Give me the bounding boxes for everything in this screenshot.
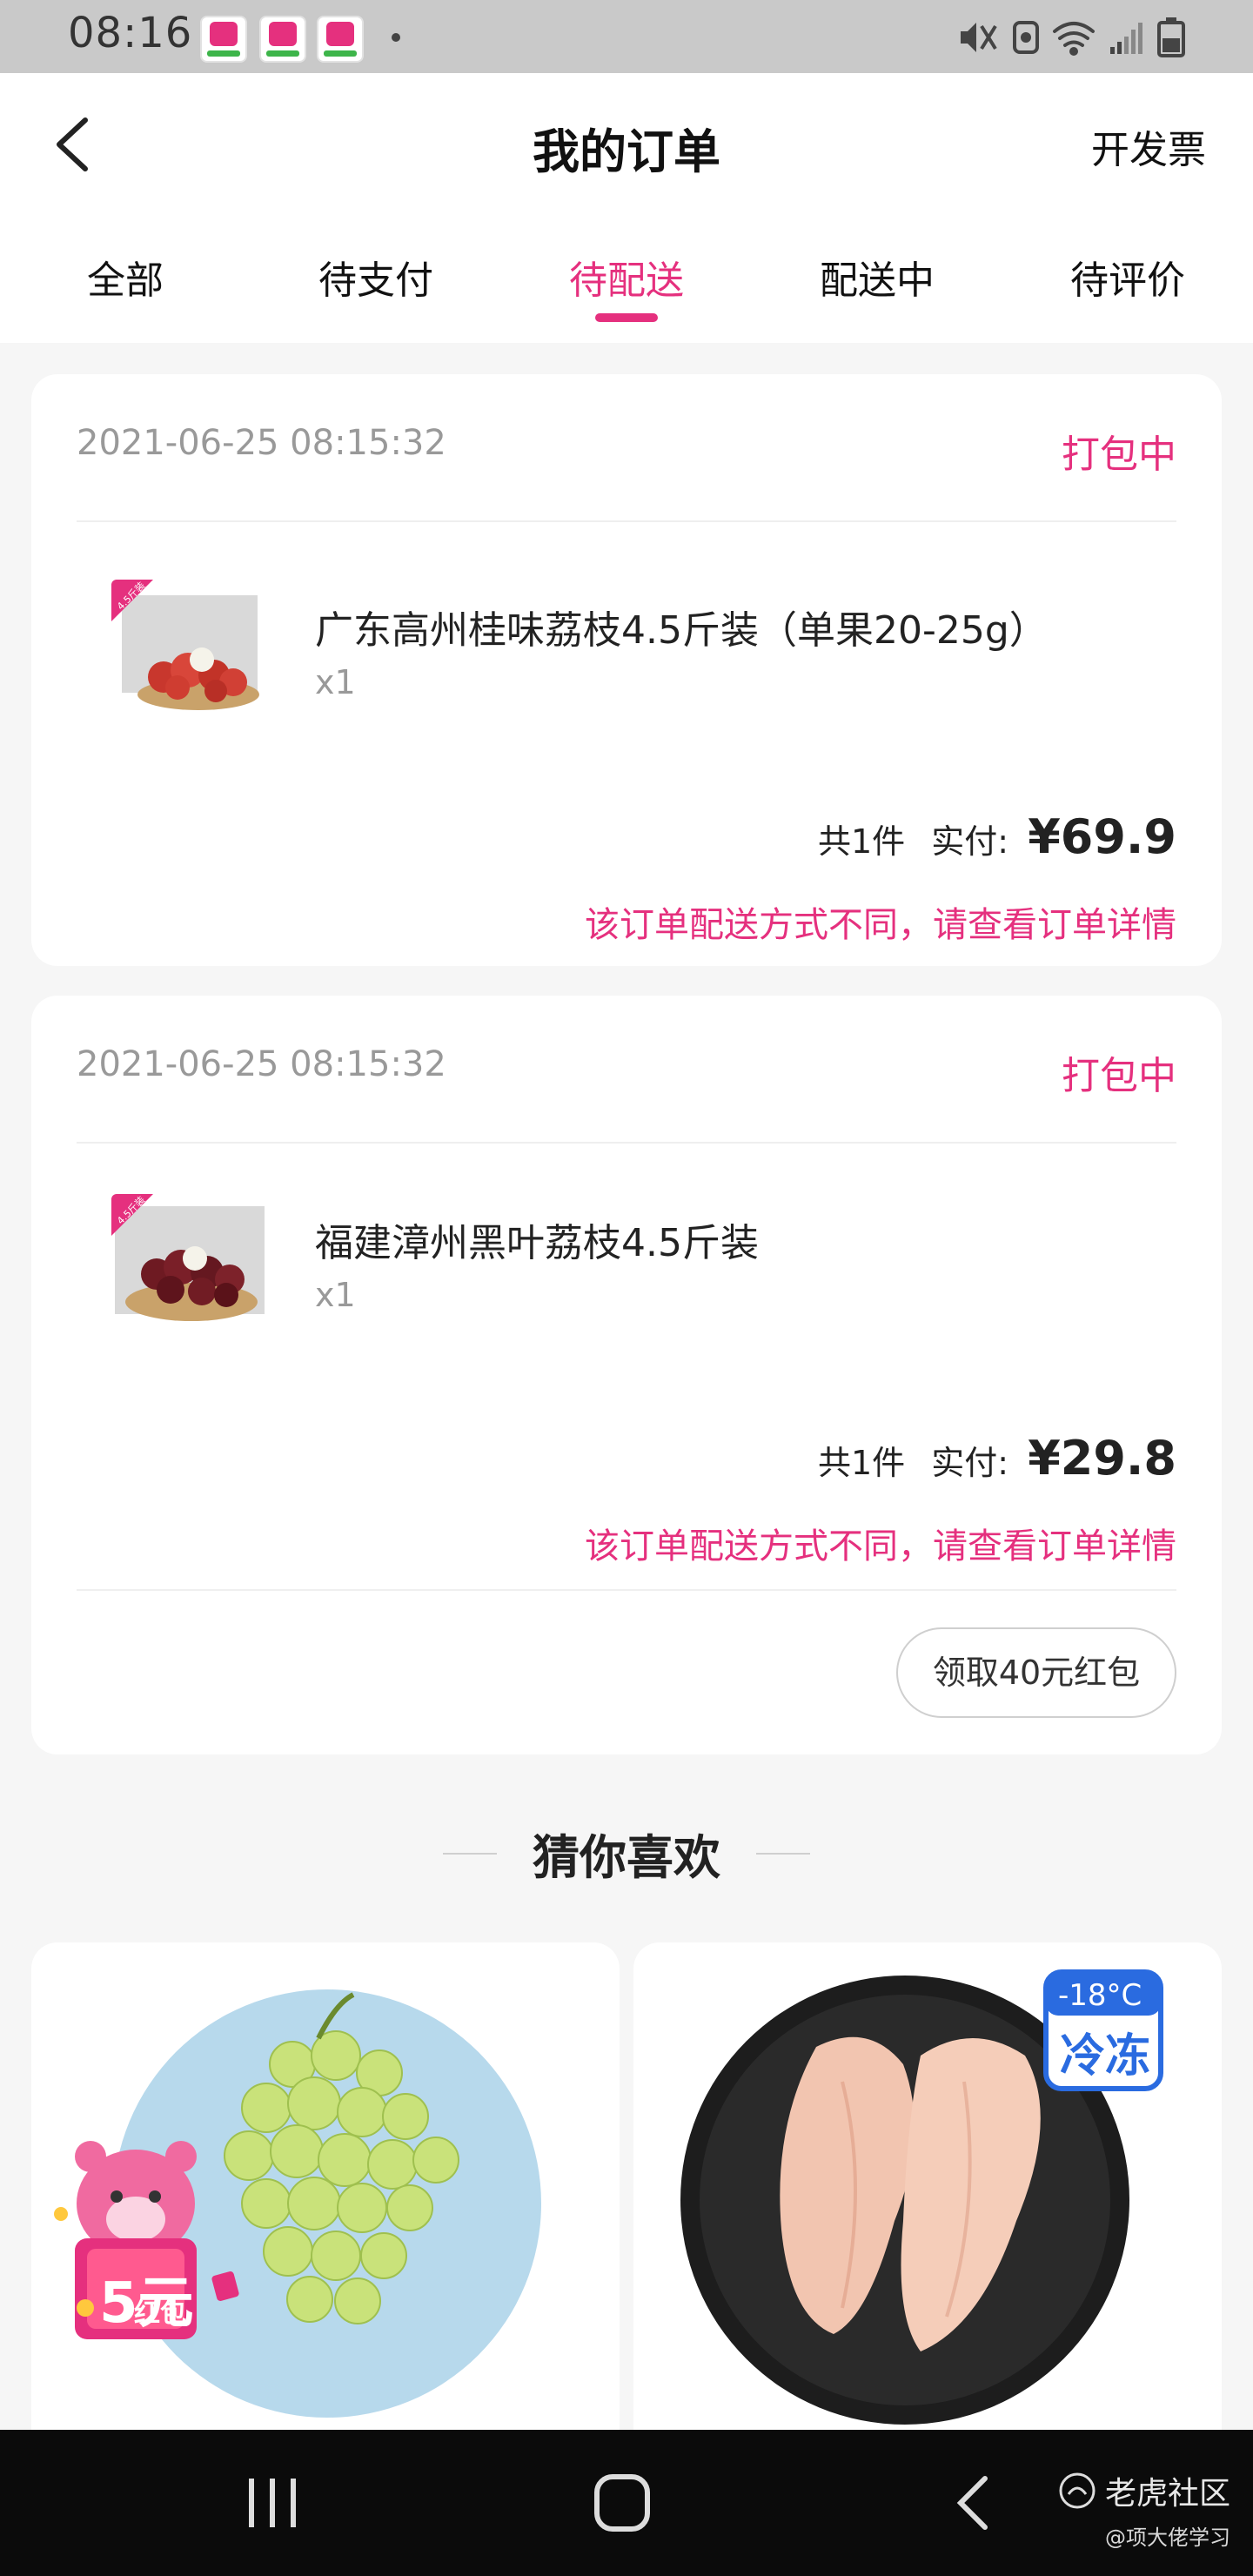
product-name[interactable]: 福建漳州黑叶荔枝4.5斤装 <box>315 1211 759 1267</box>
home-button[interactable] <box>583 2468 661 2538</box>
product-card[interactable]: 5元 红包 <box>31 1942 620 2430</box>
tab-pending-delivery[interactable]: 待配送 <box>501 212 752 343</box>
order-total: 共1件 实付: ¥69.9 <box>818 809 1176 864</box>
product-name[interactable]: 广东高州桂味荔枝4.5斤装（单果20-25g） <box>315 599 1048 654</box>
order-time: 2021-06-25 08:15:32 <box>77 1044 446 1084</box>
mute-icon <box>961 23 997 52</box>
signal-icon <box>1110 23 1142 54</box>
app-notification-icon <box>259 16 306 63</box>
item-count: 共1件 <box>818 822 906 861</box>
tab-all[interactable]: 全部 <box>0 212 251 343</box>
tiger-logo-icon <box>1059 2472 1096 2509</box>
order-total: 共1件 实付: ¥29.8 <box>818 1431 1176 1486</box>
order-card[interactable]: 2021-06-25 08:15:32 打包中 4.5斤装 广东高州桂味荔枝4.… <box>31 374 1222 966</box>
order-status: 打包中 <box>1062 433 1176 477</box>
watermark-main: 老虎社区 <box>1104 2476 1230 2512</box>
tab-pending-payment[interactable]: 待支付 <box>251 212 501 343</box>
order-time: 2021-06-25 08:15:32 <box>77 423 446 463</box>
wifi-icon <box>1053 22 1095 56</box>
app-notification-icon <box>200 16 247 63</box>
back-nav-button[interactable] <box>935 2468 1013 2538</box>
product-thumbnail[interactable]: 4.5斤装 <box>111 580 266 719</box>
claim-red-packet-button[interactable]: 领取40元红包 <box>896 1627 1176 1718</box>
lychee-image: 4.5斤装 <box>111 580 266 719</box>
product-quantity: x1 <box>315 663 356 701</box>
order-price: ¥29.8 <box>1028 1431 1176 1486</box>
tab-to-review[interactable]: 待评价 <box>1002 212 1253 343</box>
recent-apps-button[interactable] <box>233 2468 312 2538</box>
order-card[interactable]: 2021-06-25 08:15:32 打包中 4.5斤装 福建漳州黑叶荔枝4.… <box>31 996 1222 1754</box>
paid-label: 实付: <box>931 822 1009 861</box>
divider <box>77 520 1176 522</box>
product-thumbnail[interactable]: 4.5斤装 <box>111 1194 266 1333</box>
more-notifications-icon <box>392 33 400 42</box>
invoice-button[interactable]: 开发票 <box>1091 118 1206 174</box>
page-title: 我的订单 <box>533 124 720 179</box>
divider <box>77 1589 1176 1591</box>
product-card[interactable]: -18°C 冷冻 <box>633 1942 1222 2430</box>
product-quantity: x1 <box>315 1276 356 1314</box>
frozen-label: 冷冻 <box>1060 2030 1150 2083</box>
status-time: 08:16 <box>68 9 193 57</box>
header: 我的订单 开发票 <box>0 73 1253 212</box>
data-saver-icon <box>1013 21 1039 54</box>
system-icons <box>957 14 1218 61</box>
divider <box>442 1852 497 1855</box>
watermark: 老虎社区 @项大佬学习 <box>1058 2468 1230 2551</box>
back-button[interactable] <box>44 108 113 181</box>
frozen-tag: -18°C 冷冻 <box>1043 1969 1163 2091</box>
app-notification-icon <box>317 16 364 63</box>
paid-label: 实付: <box>931 1444 1009 1482</box>
status-bar: 08:16 <box>0 0 1253 73</box>
recent-apps-icon <box>249 2479 296 2527</box>
divider <box>756 1852 811 1855</box>
lychee-image: 4.5斤装 <box>111 1194 266 1333</box>
order-status: 打包中 <box>1062 1054 1176 1098</box>
watermark-sub: @项大佬学习 <box>1105 2526 1230 2550</box>
system-nav-bar: 老虎社区 @项大佬学习 <box>0 2430 1253 2576</box>
promo-label: 红包 <box>134 2298 186 2329</box>
chevron-left-icon <box>57 117 88 171</box>
divider <box>77 1142 1176 1144</box>
grapes-image: 5元 红包 <box>54 1989 541 2418</box>
delivery-note[interactable]: 该订单配送方式不同，请查看订单详情 <box>585 896 1176 947</box>
tab-delivering[interactable]: 配送中 <box>752 212 1002 343</box>
tab-label: 待配送 <box>569 258 684 303</box>
recommend-title: 猜你喜欢 <box>533 1830 720 1885</box>
recommend-header: 猜你喜欢 <box>0 1819 1253 1888</box>
home-icon <box>594 2474 650 2532</box>
order-tabs: 全部 待支付 待配送 配送中 待评价 <box>0 212 1253 343</box>
back-icon <box>956 2476 988 2530</box>
delivery-note[interactable]: 该订单配送方式不同，请查看订单详情 <box>585 1518 1176 1568</box>
item-count: 共1件 <box>818 1444 906 1482</box>
battery-icon <box>1157 17 1185 57</box>
active-tab-indicator <box>595 313 658 322</box>
frozen-temp: -18°C <box>1058 1978 1142 2013</box>
chicken-breast-image: -18°C 冷冻 <box>680 1969 1163 2425</box>
order-price: ¥69.9 <box>1028 809 1176 864</box>
